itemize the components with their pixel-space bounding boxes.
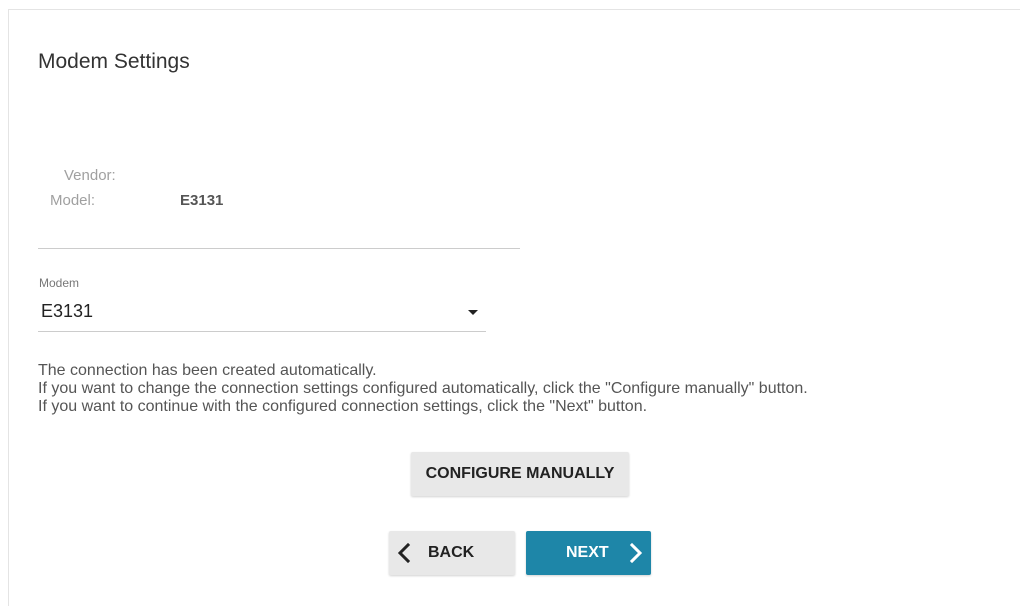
info-message: The connection has been created automati… bbox=[38, 362, 808, 416]
section-divider bbox=[38, 248, 520, 249]
back-label: BACK bbox=[428, 544, 475, 561]
next-label: NEXT bbox=[566, 544, 609, 561]
modem-select-value: E3131 bbox=[41, 301, 94, 321]
modem-select[interactable]: E3131 bbox=[38, 296, 486, 332]
modem-select-label: Modem bbox=[39, 276, 80, 290]
message-line-3: If you want to continue with the configu… bbox=[38, 398, 648, 415]
page-title: Modem Settings bbox=[38, 50, 190, 73]
configure-manually-button[interactable]: CONFIGURE MANUALLY bbox=[411, 452, 629, 496]
message-line-1: The connection has been created automati… bbox=[38, 362, 377, 379]
panel-left-border bbox=[8, 9, 9, 606]
chevron-left-icon bbox=[397, 542, 411, 568]
configure-manually-label: CONFIGURE MANUALLY bbox=[425, 465, 615, 482]
modem-settings-page: Modem Settings Vendor: Model: E3131 Mode… bbox=[0, 0, 1020, 606]
chevron-right-icon bbox=[629, 542, 643, 568]
caret-down-icon[interactable] bbox=[468, 310, 478, 315]
model-label: Model: bbox=[50, 192, 96, 209]
back-button[interactable]: BACK bbox=[389, 531, 515, 575]
message-line-2: If you want to change the connection set… bbox=[38, 380, 808, 397]
panel-top-border bbox=[8, 9, 1020, 10]
model-value: E3131 bbox=[180, 192, 224, 209]
next-button[interactable]: NEXT bbox=[526, 531, 651, 575]
vendor-label: Vendor: bbox=[64, 167, 116, 184]
